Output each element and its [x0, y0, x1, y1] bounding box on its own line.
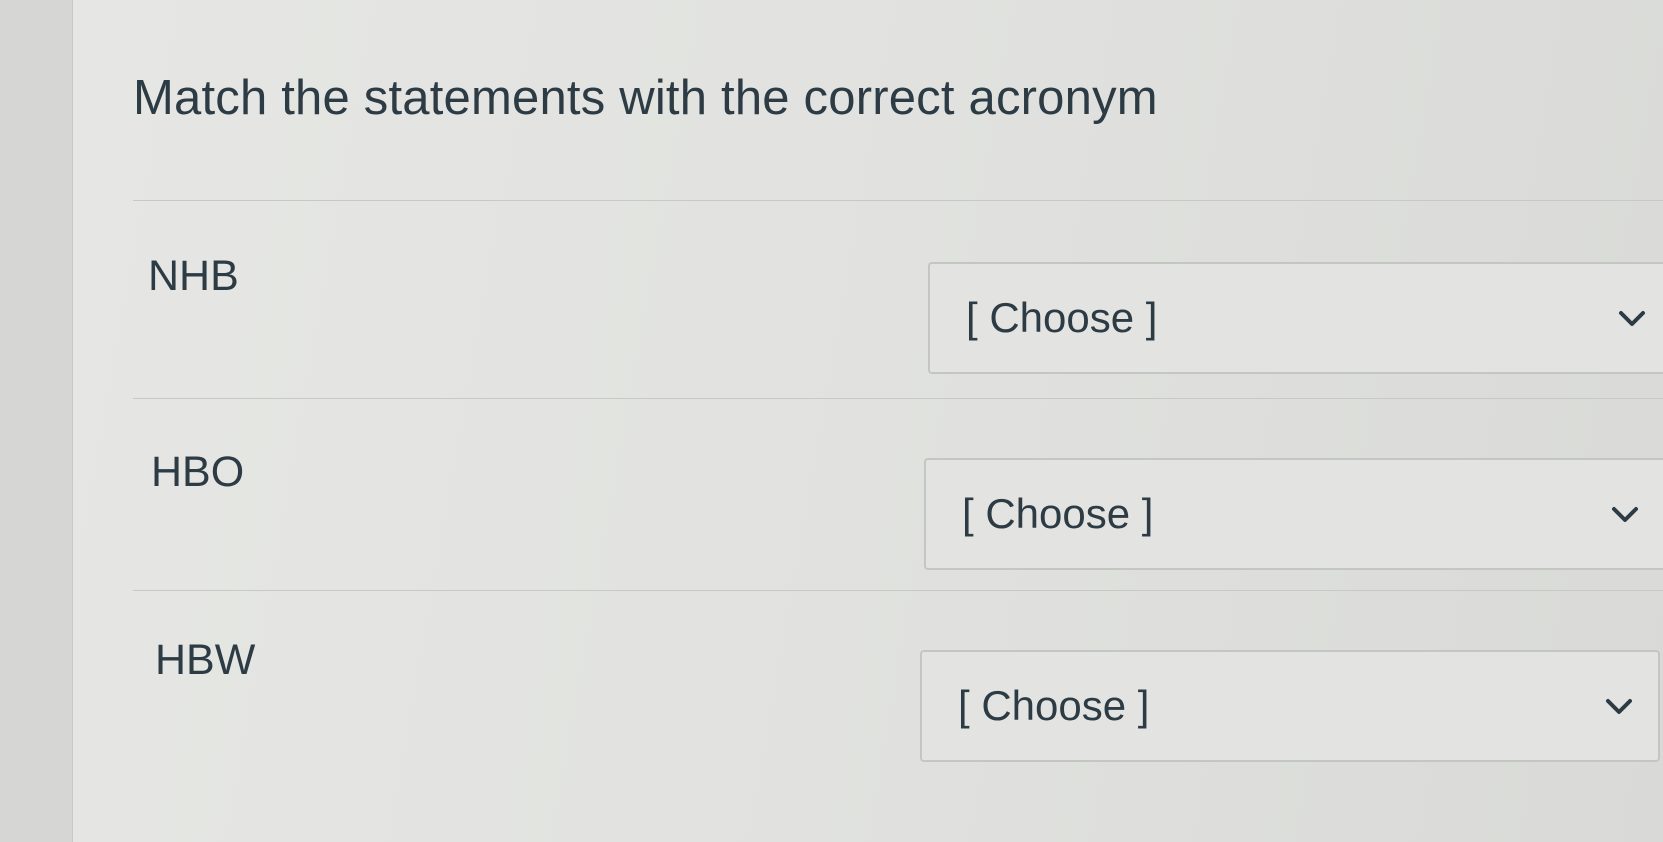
select-value: [ Choose ]	[966, 294, 1158, 341]
choose-select-hbw[interactable]: [ Choose ]	[920, 650, 1660, 762]
question-card: Match the statements with the correct ac…	[73, 0, 1663, 842]
divider	[133, 590, 1663, 591]
divider	[133, 398, 1663, 399]
choose-select-nhb[interactable]: [ Choose ]	[928, 262, 1663, 374]
chevron-down-icon	[1606, 699, 1632, 714]
question-title: Match the statements with the correct ac…	[133, 71, 1158, 125]
match-label-hbw: HBW	[155, 636, 256, 684]
chevron-down-icon	[1612, 507, 1638, 522]
left-gutter	[0, 0, 73, 842]
match-label-nhb: NHB	[148, 252, 239, 300]
match-label-hbo: HBO	[151, 448, 245, 496]
choose-select-hbo[interactable]: [ Choose ]	[924, 458, 1663, 570]
chevron-down-icon	[1619, 311, 1645, 326]
select-value: [ Choose ]	[962, 490, 1154, 537]
select-value: [ Choose ]	[958, 682, 1150, 729]
divider	[133, 200, 1663, 201]
